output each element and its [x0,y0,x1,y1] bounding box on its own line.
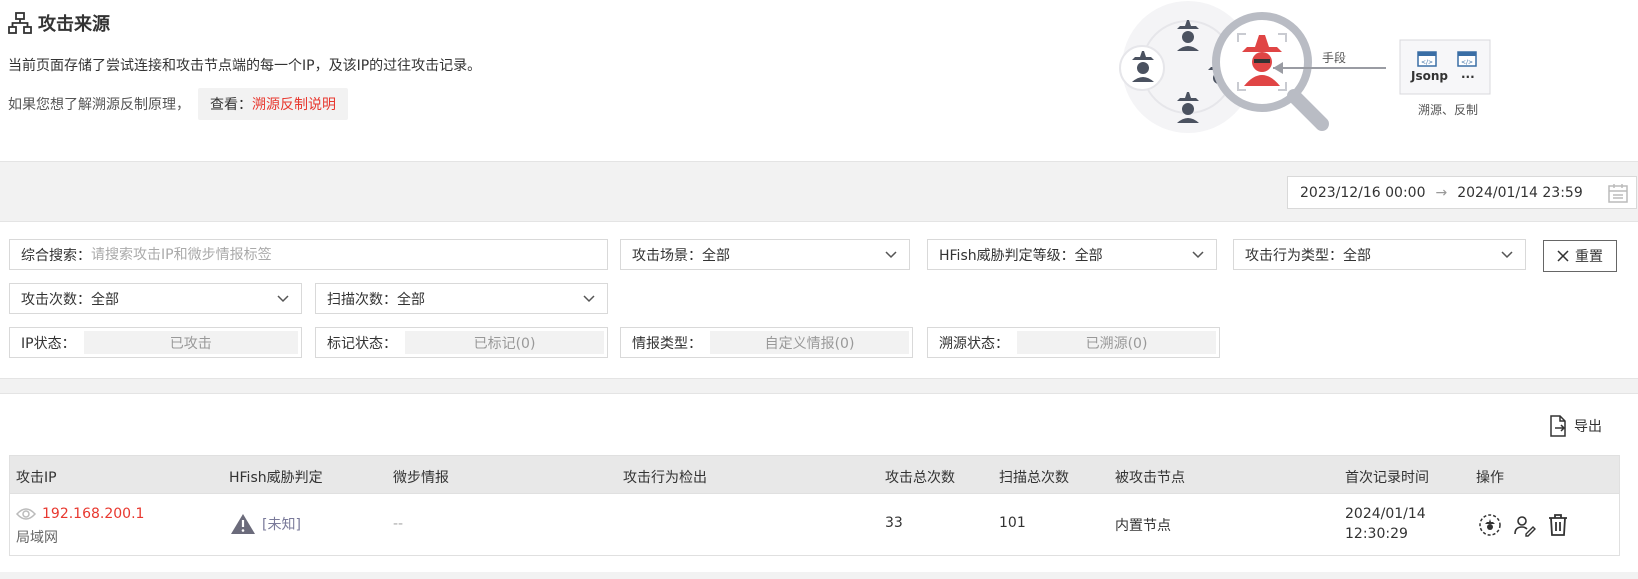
behavior-type-value: 全部 [1343,247,1371,264]
ip-status-filter: IP状态： 已攻击 [9,327,302,358]
reset-label: 重置 [1575,249,1603,265]
view-chip: 查看：溯源反制说明 [198,88,348,120]
svg-text:</>: </> [1461,59,1473,66]
trace-icon[interactable] [1478,513,1502,537]
col-intel: 微步情报 [393,470,449,486]
attack-count-label: 攻击次数： [21,291,91,308]
chevron-down-icon [885,250,897,258]
chevron-down-icon [1501,250,1513,258]
trace-explain-link[interactable]: 溯源反制说明 [252,97,336,113]
jsonp-label: Jsonp [1411,69,1448,83]
scan-count-select[interactable]: 扫描次数： 全部 [315,283,608,314]
behavior-type-select[interactable]: 攻击行为类型： 全部 [1233,239,1526,270]
threat-value: [未知] [262,517,301,533]
scene-select[interactable]: 攻击场景： 全部 [620,239,910,270]
means-label: 手段 [1322,51,1347,65]
col-threat: HFish威胁判定 [229,470,323,486]
row-actions [1478,513,1570,537]
attack-count-value: 全部 [91,291,119,308]
ip-status-label: IP状态： [21,335,76,352]
attack-count-select[interactable]: 攻击次数： 全部 [9,283,302,314]
first-time-value: 12:30:29 [1345,526,1408,542]
hacker-illustration: </> </> [1119,1,1491,133]
threat-level-select[interactable]: HFish威胁判定等级： 全部 [927,239,1217,270]
principle-row: 如果您想了解溯源反制原理， 查看：溯源反制说明 [8,88,348,120]
col-actions: 操作 [1476,470,1504,486]
intel-type-label: 情报类型： [632,335,702,352]
col-attack-ip: 攻击IP [16,470,57,486]
trace-status-label: 溯源状态： [939,335,1009,352]
threat-level-value: 全部 [1074,247,1103,264]
attack-total-value: 33 [885,515,903,531]
trash-icon[interactable] [1546,513,1570,537]
intel-type-filter: 情报类型： 自定义情报(0) [620,327,913,358]
bottom-gap [0,572,1638,579]
intel-value: -- [393,516,404,532]
trace-illustration: </> </> 手段 Jsonp ... 溯源、反制 [1118,0,1558,150]
calendar-icon[interactable] [1608,183,1628,203]
header-panel: 攻击来源 当前页面存储了尝试连接和攻击节点端的每一个IP，及该IP的过往攻击记录… [0,0,1638,162]
behavior-type-label: 攻击行为类型： [1245,247,1343,264]
chevron-down-icon [583,294,595,302]
close-icon [1557,250,1569,262]
scan-total-value: 101 [999,515,1026,531]
reset-button[interactable]: 重置 [1543,240,1617,272]
export-label: 导出 [1574,419,1602,435]
principle-text: 如果您想了解溯源反制原理， [8,97,190,113]
chevron-down-icon [1192,250,1204,258]
more-label: ... [1461,67,1475,81]
threat-level-label: HFish威胁判定等级： [939,247,1075,264]
intel-type-chip[interactable]: 自定义情报(0) [710,331,909,354]
col-behavior: 攻击行为检出 [623,470,707,486]
col-attack-total: 攻击总次数 [885,470,955,486]
title-row: 攻击来源 [8,10,110,36]
search-label: 综合搜索： [21,247,91,264]
col-node: 被攻击节点 [1115,470,1185,486]
date-separator: → [1435,184,1448,201]
trace-counter-caption: 溯源、反制 [1418,103,1479,117]
ip-location: 局域网 [16,530,58,546]
network-icon [8,12,32,34]
mark-status-chip[interactable]: 已标记(0) [405,331,604,354]
export-icon [1550,415,1566,437]
mark-status-filter: 标记状态： 已标记(0) [315,327,608,358]
scene-value: 全部 [702,247,730,264]
mark-status-label: 标记状态： [327,335,397,352]
col-scan-total: 扫描总次数 [999,470,1069,486]
export-button[interactable]: 导出 [1548,415,1602,437]
attack-ip-link[interactable]: 192.168.200.1 [42,506,144,522]
eye-icon[interactable] [16,507,36,521]
page-title: 攻击来源 [38,14,110,35]
trace-status-chip[interactable]: 已溯源(0) [1017,331,1216,354]
col-first-time: 首次记录时间 [1345,470,1429,486]
scan-count-value: 全部 [397,291,425,308]
page-description: 当前页面存储了尝试连接和攻击节点端的每一个IP，及该IP的过往攻击记录。 [8,58,482,74]
svg-text:</>: </> [1421,59,1433,66]
scene-label: 攻击场景： [632,247,702,264]
user-edit-icon[interactable] [1512,513,1536,537]
scan-count-label: 扫描次数： [327,291,397,308]
date-end[interactable]: 2024/01/14 23:59 [1457,185,1583,201]
table-row: 192.168.200.1 局域网 [未知] -- 33 101 内置节点 20… [9,494,1620,556]
date-start[interactable]: 2023/12/16 00:00 [1300,185,1426,201]
date-range-picker[interactable]: 2023/12/16 00:00 → 2024/01/14 23:59 [1287,176,1637,209]
view-label: 查看： [210,97,252,113]
ip-status-chip[interactable]: 已攻击 [83,331,298,354]
threat-cell: [未知] [230,513,301,535]
search-input[interactable] [91,240,607,269]
chevron-down-icon [277,294,289,302]
trace-status-filter: 溯源状态： 已溯源(0) [927,327,1220,358]
table-header: 攻击IP HFish威胁判定 微步情报 攻击行为检出 攻击总次数 扫描总次数 被… [9,455,1620,494]
search-field[interactable]: 综合搜索： [9,239,608,270]
first-date-value: 2024/01/14 [1345,506,1426,522]
node-value: 内置节点 [1115,518,1171,534]
warning-icon [231,514,255,534]
